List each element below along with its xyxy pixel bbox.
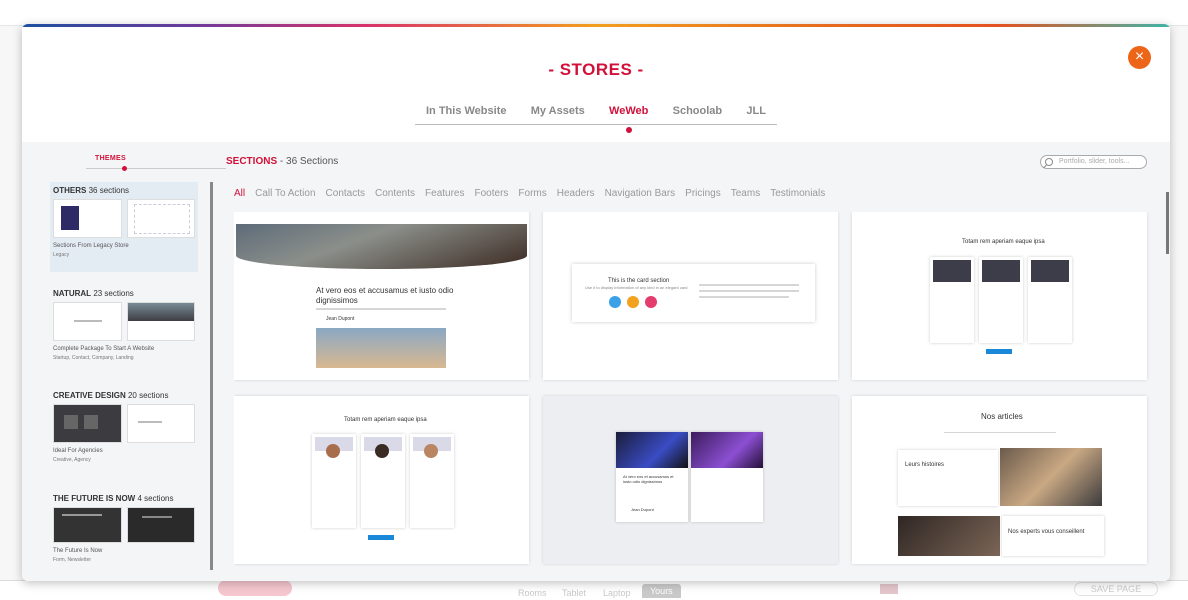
theme-tags: Creative, Agency <box>53 457 91 463</box>
theme-name: OTHERS <box>53 186 87 195</box>
filter-all[interactable]: All <box>234 188 245 199</box>
theme-name: THE FUTURE IS NOW <box>53 494 136 503</box>
store-tabs: In This Website My Assets WeWeb Schoolab… <box>415 105 777 133</box>
sections-label: SECTIONS <box>226 156 278 167</box>
filter-navigation-bars[interactable]: Navigation Bars <box>605 188 676 199</box>
theme-tags: Form, Newsletter <box>53 557 92 563</box>
theme-count: 4 sections <box>137 494 174 503</box>
theme-count: 23 sections <box>93 289 134 298</box>
card-image <box>316 328 446 368</box>
themes-label: THEMES <box>95 155 126 162</box>
stores-modal: - STORES - × In This Website My Assets W… <box>22 24 1170 581</box>
theme-description: The Future Is Now <box>53 548 103 554</box>
bg-tab-rooms: Rooms <box>518 588 547 598</box>
filter-contents[interactable]: Contents <box>375 188 415 199</box>
theme-group-creative-design[interactable]: CREATIVE DESIGN 20 sections Ideal For Ag… <box>50 387 198 467</box>
card-title: Nos articles <box>981 412 1023 421</box>
theme-name: CREATIVE DESIGN <box>53 391 126 400</box>
section-card[interactable]: At vero eos et accusamus et iusto odio d… <box>234 212 529 380</box>
bg-tab-tablet: Tablet <box>562 588 587 598</box>
filter-footers[interactable]: Footers <box>475 188 509 199</box>
theme-description: Sections From Legacy Store <box>53 243 129 249</box>
theme-name: NATURAL <box>53 289 92 298</box>
card-author: Jean Dupont <box>326 316 355 322</box>
sections-header: SECTIONS - 36 Sections <box>226 156 338 167</box>
card-hero-image <box>236 224 527 269</box>
card-box-title: Nos experts vous conseillent <box>1008 529 1085 535</box>
background-bottom-bar: Rooms Tablet Laptop Yours SAVE PAGE <box>0 580 1188 600</box>
card-title: At vero eos et accusamus et iusto odio d… <box>316 286 454 305</box>
theme-thumbnail <box>126 199 195 238</box>
search-icon <box>1045 158 1053 166</box>
section-card[interactable]: At vero eos et accusamus et iusto odio d… <box>543 396 838 564</box>
themes-sidebar: THEMES OTHERS 36 sections Sections From … <box>22 142 226 581</box>
theme-thumbnail <box>126 302 195 341</box>
theme-thumbnail <box>126 404 195 443</box>
themes-indicator <box>122 166 127 171</box>
theme-thumbnail <box>53 404 122 443</box>
theme-tags: Legacy <box>53 252 70 258</box>
main-scrollbar[interactable] <box>1166 192 1169 254</box>
card-title: Totam rem aperiam eaque ipsa <box>962 239 1045 245</box>
theme-thumbnail <box>53 199 122 238</box>
background-topbar <box>0 0 1188 26</box>
section-card[interactable]: Totam rem aperiam eaque ipsa <box>852 212 1147 380</box>
section-card[interactable]: Totam rem aperiam eaque ipsa <box>234 396 529 564</box>
modal-title: - STORES - <box>548 60 644 79</box>
theme-description: Ideal For Agencies <box>53 448 103 454</box>
card-image <box>898 516 1000 556</box>
flag-icon <box>880 584 898 594</box>
section-card[interactable]: Nos articles Leurs histoires Nos experts… <box>852 396 1147 564</box>
theme-group-future-is-now[interactable]: THE FUTURE IS NOW 4 sections The Future … <box>50 490 198 567</box>
background-pill <box>218 580 292 596</box>
filter-teams[interactable]: Teams <box>731 188 760 199</box>
tab-jll[interactable]: JLL <box>746 105 766 124</box>
card-title: This is the card section <box>608 278 670 284</box>
theme-count: 20 sections <box>127 391 169 400</box>
filter-contacts[interactable]: Contacts <box>326 188 365 199</box>
modal-body: THEMES OTHERS 36 sections Sections From … <box>22 142 1170 581</box>
card-title: Totam rem aperiam eaque ipsa <box>344 417 427 423</box>
search-placeholder: Portfolio, slider, tools... <box>1059 158 1130 165</box>
theme-thumbnail <box>126 507 195 543</box>
filter-pricings[interactable]: Pricings <box>685 188 721 199</box>
tab-schoolab[interactable]: Schoolab <box>673 105 723 124</box>
category-filters: All Call To Action Contacts Contents Fea… <box>234 188 825 199</box>
bg-tab-yours: Yours <box>642 584 681 598</box>
theme-group-natural[interactable]: NATURAL 23 sections Complete Package To … <box>50 285 198 365</box>
modal-header: - STORES - × In This Website My Assets W… <box>22 27 1170 142</box>
bg-save-button: SAVE PAGE <box>1074 582 1158 596</box>
tab-weweb[interactable]: WeWeb <box>609 105 648 133</box>
card-author: Jean Dupont <box>631 507 654 512</box>
card-box-title: Leurs histoires <box>905 462 945 468</box>
theme-tags: Startup, Contact, Company, Landing <box>53 355 134 361</box>
filter-testimonials[interactable]: Testimonials <box>770 188 825 199</box>
search-input[interactable]: Portfolio, slider, tools... <box>1040 155 1147 169</box>
theme-description: Complete Package To Start A Website <box>53 346 155 352</box>
section-card[interactable]: This is the card section Use it to displ… <box>543 212 838 380</box>
filter-features[interactable]: Features <box>425 188 464 199</box>
card-title: At vero eos et accusamus et iusto odio d… <box>623 474 674 484</box>
theme-count: 36 sections <box>88 186 130 195</box>
tab-in-this-website[interactable]: In This Website <box>426 105 506 124</box>
bg-tab-laptop: Laptop <box>603 588 631 598</box>
theme-thumbnail <box>53 507 122 543</box>
sidebar-scrollbar[interactable] <box>210 182 213 570</box>
filter-headers[interactable]: Headers <box>557 188 595 199</box>
close-icon[interactable]: × <box>1128 46 1151 69</box>
card-subtitle: Use it to display information of any kin… <box>585 285 688 290</box>
sections-panel: SECTIONS - 36 Sections Portfolio, slider… <box>222 142 1170 581</box>
tab-my-assets[interactable]: My Assets <box>531 105 585 124</box>
theme-thumbnail <box>53 302 122 341</box>
sections-count: - 36 Sections <box>279 156 339 167</box>
theme-group-others[interactable]: OTHERS 36 sections Sections From Legacy … <box>50 182 198 272</box>
filter-forms[interactable]: Forms <box>518 188 546 199</box>
filter-call-to-action[interactable]: Call To Action <box>255 188 315 199</box>
card-image <box>1000 448 1102 506</box>
themes-divider <box>86 168 226 169</box>
section-cards-grid: At vero eos et accusamus et iusto odio d… <box>234 212 1159 581</box>
